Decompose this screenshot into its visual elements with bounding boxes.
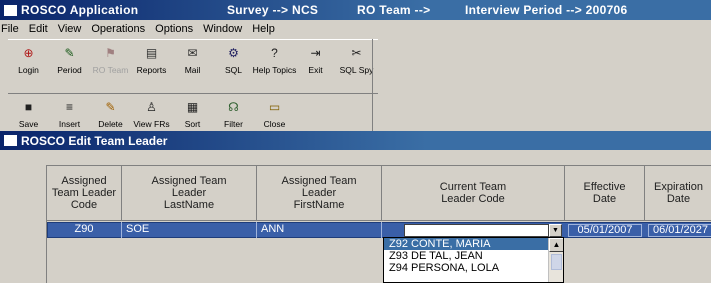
period-icon: ✎ [64, 46, 75, 60]
menu-file[interactable]: File [0, 23, 24, 35]
header-expiration-date[interactable]: Expiration Date [645, 166, 711, 221]
sql-spy-button[interactable]: ✂ SQL Spy [336, 40, 377, 94]
toolbar-button-label: Close [263, 119, 286, 129]
menu-window[interactable]: Window [198, 23, 247, 35]
edit-team-leader-window: Assigned Team Leader Code Assigned Team … [0, 150, 711, 283]
toolbar-button-label: Help Topics [252, 65, 297, 75]
toolbar-button-label: Exit [308, 65, 323, 75]
help-topics-button[interactable]: ? Help Topics [252, 40, 297, 94]
view-frs-icon: ♙ [146, 100, 157, 114]
ro-team-button[interactable]: ⚑ RO Team [90, 40, 131, 94]
menu-edit[interactable]: Edit [24, 23, 53, 35]
toolbar-button-label: SQL Spy [339, 65, 374, 75]
toolbar-button-label: Filter [224, 119, 243, 129]
sort-button[interactable]: ▦ Sort [172, 94, 213, 131]
menu-view[interactable]: View [53, 23, 87, 35]
insert-icon: ≡ [65, 100, 73, 114]
main-toolbar: ⊕ Login ✎ Period ⚑ RO Team ▤ Reports ✉ Mail ⚙ SQL? H… [8, 39, 378, 94]
chevron-down-icon[interactable]: ▼ [549, 224, 562, 237]
scroll-up-icon[interactable]: ▲ [549, 238, 563, 252]
toolbar-button-label: Sort [184, 119, 201, 129]
window-icon [4, 4, 17, 16]
login-button[interactable]: ⊕ Login [8, 40, 49, 94]
period-button[interactable]: ✎ Period [49, 40, 90, 94]
exit-button[interactable]: ⇥ Exit [295, 40, 336, 94]
toolbar-button-label: Delete [98, 119, 123, 129]
toolbar-button-label: RO Team [92, 65, 129, 75]
filter-icon: ☊ [228, 100, 239, 114]
reports-button[interactable]: ▤ Reports [131, 40, 172, 94]
toolbar-divider [372, 39, 373, 131]
menu-bar: File Edit View Operations Options Window… [0, 20, 711, 38]
app-title-bar: ROSCO Application Survey --> NCS RO Team… [0, 0, 711, 20]
save-icon: ■ [24, 100, 33, 114]
sql-spy-icon: ✂ [351, 46, 362, 60]
current-code-combo[interactable] [404, 224, 549, 237]
close-button[interactable]: ▭ Close [254, 94, 295, 131]
header-assigned-code[interactable]: Assigned Team Leader Code [47, 166, 122, 221]
survey-status: Survey --> NCS [227, 3, 319, 17]
toolbar-button-label: Reports [136, 65, 167, 75]
dropdown-option[interactable]: Z94 PERSONA, LOLA [384, 262, 563, 274]
menu-operations[interactable]: Operations [86, 23, 150, 35]
delete-button[interactable]: ✎ Delete [90, 94, 131, 131]
toolbar-button-label: Period [57, 65, 82, 75]
child-window-title-bar: ROSCO Edit Team Leader [0, 131, 711, 150]
reports-icon: ▤ [145, 46, 158, 60]
help-topics-icon: ? [271, 46, 278, 60]
cell-last-name[interactable]: SOE [122, 222, 257, 238]
mail-button[interactable]: ✉ Mail [172, 40, 213, 94]
close-icon: ▭ [268, 100, 281, 114]
sql-button[interactable]: ⚙ SQL [213, 40, 254, 94]
menu-options[interactable]: Options [150, 23, 198, 35]
toolbar-button-label: Insert [58, 119, 81, 129]
toolbar-button-label: SQL [224, 65, 242, 75]
header-assigned-last-name[interactable]: Assigned Team Leader LastName [122, 166, 257, 221]
toolbar-button-label: Save [18, 119, 39, 129]
exit-icon: ⇥ [310, 46, 321, 60]
current-code-dropdown-list[interactable]: Z92 CONTE, MARIA Z93 DE TAL, JEAN Z94 PE… [383, 237, 564, 283]
toolbar-button-label: View FRs [133, 119, 170, 129]
toolbar-button-label: Mail [184, 65, 201, 75]
dropdown-option[interactable]: Z93 DE TAL, JEAN [384, 250, 563, 262]
sql-icon: ⚙ [228, 46, 239, 60]
delete-icon: ✎ [105, 100, 116, 114]
sort-icon: ▦ [186, 100, 199, 114]
app-title: ROSCO Application [21, 3, 139, 17]
interview-period-status: Interview Period --> 200706 [465, 3, 628, 17]
login-icon: ⊕ [23, 46, 34, 60]
cell-assigned-code[interactable]: Z90 [47, 222, 122, 238]
expiration-date-field[interactable]: 06/01/2027 [648, 224, 711, 237]
child-window-title: ROSCO Edit Team Leader [21, 133, 168, 148]
edit-toolbar: ■ Save ≡ Insert ✎ Delete ♙ View FRs ▦ Sort ☊ Filter… [8, 93, 378, 131]
menu-help[interactable]: Help [247, 23, 280, 35]
team-leader-grid: Assigned Team Leader Code Assigned Team … [46, 165, 711, 283]
save-button[interactable]: ■ Save [8, 94, 49, 131]
dropdown-scrollbar[interactable]: ▲ [548, 238, 563, 282]
insert-button[interactable]: ≡ Insert [49, 94, 90, 131]
scroll-thumb[interactable] [551, 254, 562, 270]
header-effective-date[interactable]: Effective Date [565, 166, 645, 221]
dropdown-option[interactable]: Z92 CONTE, MARIA [384, 238, 563, 250]
child-window-icon [4, 135, 17, 146]
toolbar-button-label: Login [18, 65, 39, 75]
cell-first-name[interactable]: ANN [257, 222, 382, 238]
mail-icon: ✉ [187, 46, 198, 60]
ro-team-status: RO Team --> [357, 3, 431, 17]
header-current-code[interactable]: Current Team Leader Code [382, 166, 565, 221]
effective-date-field[interactable]: 05/01/2007 [568, 224, 642, 237]
filter-button[interactable]: ☊ Filter [213, 94, 254, 131]
ro-team-icon: ⚑ [105, 46, 116, 60]
header-assigned-first-name[interactable]: Assigned Team Leader FirstName [257, 166, 382, 221]
view-frs-button[interactable]: ♙ View FRs [131, 94, 172, 131]
